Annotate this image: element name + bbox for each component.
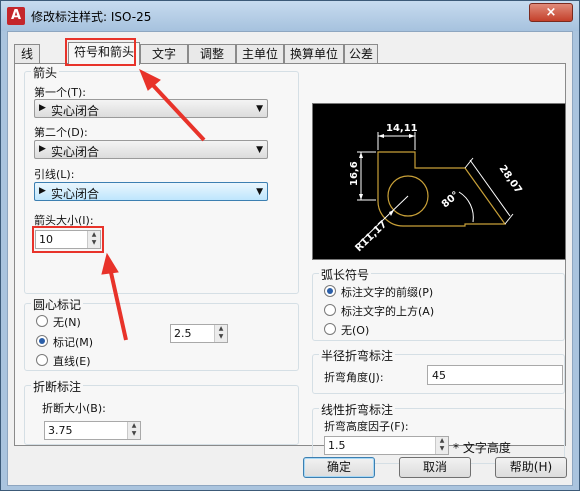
arc-length-symbol-group: 弧长符号 标注文字的前缀(P) 标注文字的上方(A) 无(O) [312, 266, 565, 341]
linear-jog-group: 线性折弯标注 折弯高度因子(F): 1.5 ▲ ▼ * 文字高度 [312, 401, 565, 464]
preview-dim-angle: 80° [440, 190, 462, 211]
preview-part-outline [377, 151, 507, 227]
leader-arrow-value: 实心闭合 [51, 187, 100, 201]
arrowheads-group: 箭头 第一个(T): ▶ 实心闭合 ▼ 第二个(D): ▶ 实心闭合 ▼ 引线(… [24, 64, 299, 294]
break-size-label: 折断大小(B): [42, 402, 106, 415]
center-line-radio[interactable] [36, 354, 48, 366]
first-arrow-value: 实心闭合 [51, 104, 100, 118]
chevron-down-icon: ▼ [256, 187, 263, 197]
arrowhead-icon: ▶ [39, 103, 46, 113]
arrowhead-icon: ▶ [39, 144, 46, 154]
spin-down-icon[interactable]: ▼ [215, 333, 227, 341]
arrowhead-icon: ▶ [39, 186, 46, 196]
radius-jog-group-title: 半径折弯标注 [319, 347, 396, 364]
cancel-button[interactable]: 取消 [399, 457, 471, 478]
dim-break-group-title: 折断标注 [31, 378, 84, 395]
dialog-window: A 修改标注样式: ISO-25 × 线 符号和箭头 文字 调整 主单位 换算单… [0, 0, 580, 491]
preview-drawing: 14,11 16,6 28,07 80° R11,17 [349, 123, 524, 254]
center-mark-size-value: 2.5 [174, 327, 192, 340]
arc-none-label[interactable]: 无(O) [341, 322, 369, 338]
spin-down-icon[interactable]: ▼ [128, 430, 140, 438]
spinner-buttons[interactable]: ▲ ▼ [435, 437, 448, 454]
dialog-client: 线 符号和箭头 文字 调整 主单位 换算单位 公差 箭头 第一个(T): ▶ 实… [7, 31, 573, 486]
window-title: 修改标注样式: ISO-25 [31, 10, 152, 24]
center-marks-group-title: 圆心标记 [31, 296, 84, 313]
spin-up-icon[interactable]: ▲ [436, 437, 448, 445]
center-none-label[interactable]: 无(N) [53, 314, 81, 330]
help-button[interactable]: 帮助(H) [495, 457, 567, 478]
second-arrow-label: 第二个(D): [34, 126, 88, 139]
arrowheads-group-title: 箭头 [31, 64, 60, 81]
break-size-value: 3.75 [48, 424, 73, 437]
jog-angle-value: 45 [432, 369, 446, 382]
preview-dim-radius: R11,17 [353, 219, 389, 254]
jog-height-factor-value: 1.5 [328, 439, 346, 452]
ok-button[interactable]: 确定 [303, 457, 375, 478]
spin-down-icon[interactable]: ▼ [436, 445, 448, 453]
tab-primary-units[interactable]: 主单位 [236, 44, 284, 64]
spin-up-icon[interactable]: ▲ [215, 325, 227, 333]
break-size-spinner[interactable]: 3.75 ▲ ▼ [44, 421, 141, 440]
preview-dim-left: 16,6 [349, 161, 360, 186]
arc-none-radio[interactable] [324, 323, 336, 335]
arc-above-label[interactable]: 标注文字的上方(A) [341, 303, 434, 319]
tab-fit[interactable]: 调整 [188, 44, 236, 64]
tab-alternate-units[interactable]: 换算单位 [284, 44, 344, 64]
linear-jog-group-title: 线性折弯标注 [319, 401, 396, 418]
first-arrow-label: 第一个(T): [34, 86, 87, 99]
chevron-down-icon: ▼ [256, 104, 263, 114]
tab-tolerances[interactable]: 公差 [344, 44, 378, 64]
spinner-buttons[interactable]: ▲ ▼ [127, 422, 140, 439]
radius-jog-group: 半径折弯标注 折弯角度(J): 45 [312, 347, 565, 394]
preview-pane: 14,11 16,6 28,07 80° R11,17 [312, 103, 566, 260]
tab-text[interactable]: 文字 [140, 44, 188, 64]
tab-highlight-box [65, 38, 136, 66]
arc-prefix-radio[interactable] [324, 285, 336, 297]
preview-dim-top: 14,11 [386, 123, 418, 134]
second-arrow-select[interactable]: ▶ 实心闭合 ▼ [34, 140, 268, 159]
leader-arrow-label: 引线(L): [34, 168, 75, 181]
spin-up-icon[interactable]: ▲ [128, 422, 140, 430]
jog-height-factor-label: 折弯高度因子(F): [324, 420, 409, 433]
center-mark-radio[interactable] [36, 335, 48, 347]
title-bar[interactable]: A 修改标注样式: ISO-25 × [1, 1, 579, 31]
close-button[interactable]: × [529, 3, 573, 22]
center-marks-group: 圆心标记 无(N) 标记(M) 直线(E) 2.5 ▲ ▼ [24, 296, 299, 371]
arc-above-radio[interactable] [324, 304, 336, 316]
arc-symbol-group-title: 弧长符号 [319, 266, 372, 283]
dim-break-group: 折断标注 折断大小(B): 3.75 ▲ ▼ [24, 378, 299, 445]
leader-arrow-select[interactable]: ▶ 实心闭合 ▼ [34, 182, 268, 201]
jog-angle-label: 折弯角度(J): [324, 371, 384, 384]
autocad-app-icon: A [7, 7, 25, 25]
center-mark-size-spinner[interactable]: 2.5 ▲ ▼ [170, 324, 228, 343]
spinner-buttons[interactable]: ▲ ▼ [214, 325, 227, 342]
first-arrow-select[interactable]: ▶ 实心闭合 ▼ [34, 99, 268, 118]
center-mark-label[interactable]: 标记(M) [53, 334, 93, 350]
arc-prefix-label[interactable]: 标注文字的前缀(P) [341, 284, 433, 300]
preview-dim-right: 28,07 [497, 163, 524, 195]
chevron-down-icon: ▼ [256, 145, 263, 155]
second-arrow-value: 实心闭合 [51, 145, 100, 159]
center-none-radio[interactable] [36, 315, 48, 327]
tab-lines[interactable]: 线 [14, 44, 40, 64]
center-line-label[interactable]: 直线(E) [53, 353, 91, 369]
arrow-size-highlight-box [32, 226, 104, 253]
jog-height-factor-spinner[interactable]: 1.5 ▲ ▼ [324, 436, 449, 455]
text-height-unit-label: * 文字高度 [453, 441, 511, 455]
jog-angle-input[interactable]: 45 [427, 365, 563, 385]
tab-panel: 箭头 第一个(T): ▶ 实心闭合 ▼ 第二个(D): ▶ 实心闭合 ▼ 引线(… [14, 63, 566, 464]
